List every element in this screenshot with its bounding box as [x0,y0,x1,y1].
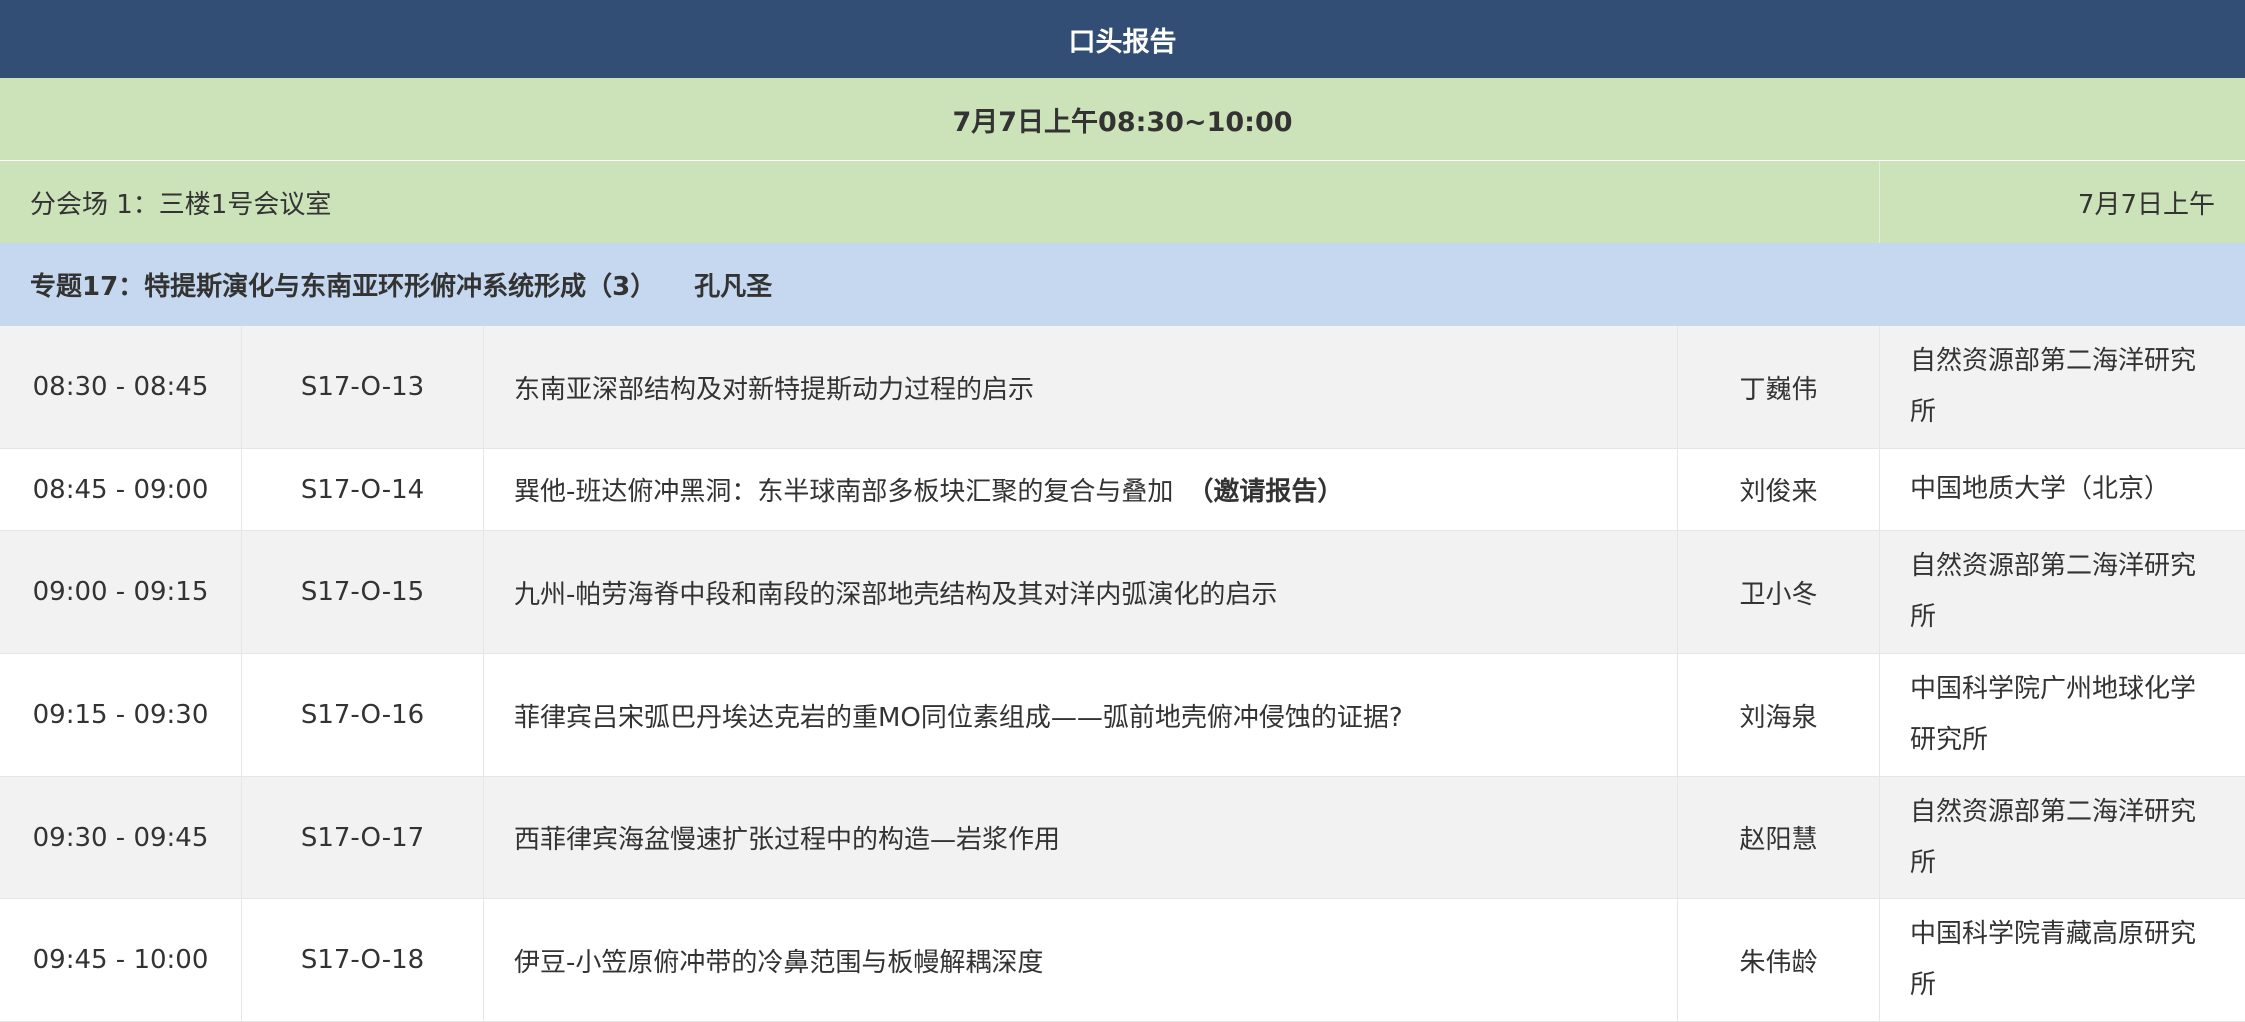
table-row: 09:15 - 09:30 S17-O-16 菲律宾吕宋弧巴丹埃达克岩的重MO同… [0,654,2245,777]
topic-chair: 孔凡圣 [694,272,773,302]
time-cell: 08:45 - 09:00 [0,449,242,530]
topic-bar: 专题17：特提斯演化与东南亚环形俯冲系统形成（3） 孔凡圣 [0,243,2245,326]
time-cell: 09:45 - 10:00 [0,899,242,1021]
institution-cell: 中国科学院青藏高原研究所 [1910,919,2197,1000]
code-cell: S17-O-18 [242,899,484,1021]
time-cell: 09:15 - 09:30 [0,654,242,776]
speaker-cell: 刘海泉 [1678,654,1880,776]
table-title: 口头报告 [1068,26,1177,58]
title-cell: 菲律宾吕宋弧巴丹埃达克岩的重MO同位素组成——弧前地壳俯冲侵蚀的证据? [484,654,1678,776]
title-cell: 西菲律宾海盆慢速扩张过程中的构造—岩浆作用 [484,777,1678,898]
title-cell: 伊豆-小笠原俯冲带的冷鼻范围与板幔解耦深度 [484,899,1678,1021]
session-date-time: 7月7日上午08:30~10:00 [952,106,1293,138]
institution-cell: 自然资源部第二海洋研究所 [1910,551,2197,632]
code-cell: S17-O-15 [242,531,484,653]
speaker-cell: 卫小冬 [1678,531,1880,653]
venue-cell: 分会场 1：三楼1号会议室 [0,161,1880,243]
code-cell: S17-O-17 [242,777,484,898]
title-cell: 九州-帕劳海脊中段和南段的深部地壳结构及其对洋内弧演化的启示 [484,531,1678,653]
venue-label: 分会场 1：三楼1号会议室 [30,189,332,220]
institution-cell: 中国科学院广州地球化学研究所 [1910,674,2197,755]
table-row: 09:00 - 09:15 S17-O-15 九州-帕劳海脊中段和南段的深部地壳… [0,531,2245,654]
table-row: 09:45 - 10:00 S17-O-18 伊豆-小笠原俯冲带的冷鼻范围与板幔… [0,899,2245,1022]
venue-bar: 分会场 1：三楼1号会议室 7月7日上午 [0,161,2245,243]
invited-talk-label: （邀请报告） [1187,477,1344,507]
table-row: 09:30 - 09:45 S17-O-17 西菲律宾海盆慢速扩张过程中的构造—… [0,777,2245,899]
venue-date: 7月7日上午 [2077,189,2215,220]
time-cell: 08:30 - 08:45 [0,326,242,448]
institution-cell: 中国地质大学（北京） [1910,474,2171,504]
venue-date-cell: 7月7日上午 [1880,161,2245,243]
speaker-cell: 赵阳慧 [1678,777,1880,898]
session-date-bar: 7月7日上午08:30~10:00 [0,78,2245,161]
code-cell: S17-O-13 [242,326,484,448]
time-cell: 09:00 - 09:15 [0,531,242,653]
speaker-cell: 朱伟龄 [1678,899,1880,1021]
table-title-bar: 口头报告 [0,0,2245,78]
code-cell: S17-O-14 [242,449,484,530]
title-cell: 巽他-班达俯冲黑洞：东半球南部多板块汇聚的复合与叠加 （邀请报告） [484,449,1678,530]
topic-name: 专题17：特提斯演化与东南亚环形俯冲系统形成（3） [30,272,657,302]
time-cell: 09:30 - 09:45 [0,777,242,898]
table-row: 08:45 - 09:00 S17-O-14 巽他-班达俯冲黑洞：东半球南部多板… [0,449,2245,531]
schedule-table: 口头报告 7月7日上午08:30~10:00 分会场 1：三楼1号会议室 7月7… [0,0,2245,1022]
speaker-cell: 丁巍伟 [1678,326,1880,448]
institution-cell: 自然资源部第二海洋研究所 [1910,796,2197,878]
institution-cell: 自然资源部第二海洋研究所 [1910,346,2197,427]
speaker-cell: 刘俊来 [1678,449,1880,530]
title-cell: 东南亚深部结构及对新特提斯动力过程的启示 [484,326,1678,448]
code-cell: S17-O-16 [242,654,484,776]
table-row: 08:30 - 08:45 S17-O-13 东南亚深部结构及对新特提斯动力过程… [0,326,2245,449]
